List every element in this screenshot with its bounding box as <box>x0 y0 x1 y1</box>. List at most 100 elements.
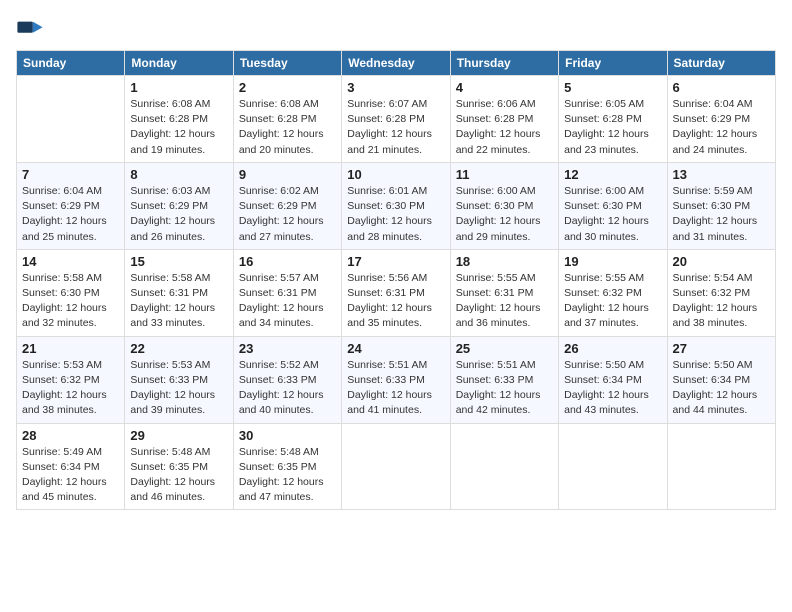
day-info: Sunrise: 6:04 AM Sunset: 6:29 PM Dayligh… <box>22 184 119 245</box>
day-number: 29 <box>130 428 227 443</box>
calendar-cell: 6 Sunrise: 6:04 AM Sunset: 6:29 PM Daylig… <box>667 76 775 163</box>
day-number: 17 <box>347 254 444 269</box>
day-info: Sunrise: 6:00 AM Sunset: 6:30 PM Dayligh… <box>456 184 553 245</box>
day-info: Sunrise: 5:51 AM Sunset: 6:33 PM Dayligh… <box>347 358 444 419</box>
day-number: 22 <box>130 341 227 356</box>
day-number: 11 <box>456 167 553 182</box>
day-number: 24 <box>347 341 444 356</box>
calendar-cell: 11 Sunrise: 6:00 AM Sunset: 6:30 PM Dayli… <box>450 162 558 249</box>
calendar-table: SundayMondayTuesdayWednesdayThursdayFrid… <box>16 50 776 510</box>
day-info: Sunrise: 5:48 AM Sunset: 6:35 PM Dayligh… <box>239 445 336 506</box>
calendar-cell: 25 Sunrise: 5:51 AM Sunset: 6:33 PM Dayli… <box>450 336 558 423</box>
calendar-cell: 1 Sunrise: 6:08 AM Sunset: 6:28 PM Daylig… <box>125 76 233 163</box>
day-info: Sunrise: 6:04 AM Sunset: 6:29 PM Dayligh… <box>673 97 770 158</box>
calendar-cell: 20 Sunrise: 5:54 AM Sunset: 6:32 PM Dayli… <box>667 249 775 336</box>
calendar-week-row: 1 Sunrise: 6:08 AM Sunset: 6:28 PM Daylig… <box>17 76 776 163</box>
day-number: 7 <box>22 167 119 182</box>
day-number: 25 <box>456 341 553 356</box>
column-header-wednesday: Wednesday <box>342 51 450 76</box>
calendar-cell: 8 Sunrise: 6:03 AM Sunset: 6:29 PM Daylig… <box>125 162 233 249</box>
day-info: Sunrise: 5:59 AM Sunset: 6:30 PM Dayligh… <box>673 184 770 245</box>
day-info: Sunrise: 6:03 AM Sunset: 6:29 PM Dayligh… <box>130 184 227 245</box>
day-info: Sunrise: 5:48 AM Sunset: 6:35 PM Dayligh… <box>130 445 227 506</box>
day-info: Sunrise: 5:55 AM Sunset: 6:32 PM Dayligh… <box>564 271 661 332</box>
day-info: Sunrise: 6:02 AM Sunset: 6:29 PM Dayligh… <box>239 184 336 245</box>
day-number: 21 <box>22 341 119 356</box>
day-info: Sunrise: 5:58 AM Sunset: 6:30 PM Dayligh… <box>22 271 119 332</box>
day-number: 15 <box>130 254 227 269</box>
day-info: Sunrise: 6:08 AM Sunset: 6:28 PM Dayligh… <box>130 97 227 158</box>
day-number: 12 <box>564 167 661 182</box>
calendar-cell: 5 Sunrise: 6:05 AM Sunset: 6:28 PM Daylig… <box>559 76 667 163</box>
calendar-cell: 24 Sunrise: 5:51 AM Sunset: 6:33 PM Dayli… <box>342 336 450 423</box>
day-number: 13 <box>673 167 770 182</box>
column-header-friday: Friday <box>559 51 667 76</box>
calendar-week-row: 14 Sunrise: 5:58 AM Sunset: 6:30 PM Dayli… <box>17 249 776 336</box>
calendar-week-row: 28 Sunrise: 5:49 AM Sunset: 6:34 PM Dayli… <box>17 423 776 510</box>
day-number: 23 <box>239 341 336 356</box>
calendar-cell: 9Sunrise: 6:02 AM Sunset: 6:29 PM Daylig… <box>233 162 341 249</box>
column-header-tuesday: Tuesday <box>233 51 341 76</box>
day-number: 18 <box>456 254 553 269</box>
calendar-cell <box>17 76 125 163</box>
day-number: 14 <box>22 254 119 269</box>
day-number: 26 <box>564 341 661 356</box>
day-number: 8 <box>130 167 227 182</box>
calendar-cell: 23Sunrise: 5:52 AM Sunset: 6:33 PM Dayli… <box>233 336 341 423</box>
calendar-cell: 17 Sunrise: 5:56 AM Sunset: 6:31 PM Dayli… <box>342 249 450 336</box>
day-number: 20 <box>673 254 770 269</box>
calendar-cell: 7 Sunrise: 6:04 AM Sunset: 6:29 PM Daylig… <box>17 162 125 249</box>
day-number: 28 <box>22 428 119 443</box>
day-number: 19 <box>564 254 661 269</box>
day-info: Sunrise: 5:56 AM Sunset: 6:31 PM Dayligh… <box>347 271 444 332</box>
day-info: Sunrise: 5:51 AM Sunset: 6:33 PM Dayligh… <box>456 358 553 419</box>
calendar-cell <box>342 423 450 510</box>
calendar-cell: 22 Sunrise: 5:53 AM Sunset: 6:33 PM Dayli… <box>125 336 233 423</box>
calendar-cell <box>450 423 558 510</box>
day-info: Sunrise: 5:58 AM Sunset: 6:31 PM Dayligh… <box>130 271 227 332</box>
day-info: Sunrise: 6:08 AM Sunset: 6:28 PM Dayligh… <box>239 97 336 158</box>
day-number: 3 <box>347 80 444 95</box>
calendar-week-row: 21 Sunrise: 5:53 AM Sunset: 6:32 PM Dayli… <box>17 336 776 423</box>
calendar-cell: 10 Sunrise: 6:01 AM Sunset: 6:30 PM Dayli… <box>342 162 450 249</box>
day-info: Sunrise: 5:55 AM Sunset: 6:31 PM Dayligh… <box>456 271 553 332</box>
day-number: 5 <box>564 80 661 95</box>
calendar-cell: 14 Sunrise: 5:58 AM Sunset: 6:30 PM Dayli… <box>17 249 125 336</box>
column-header-thursday: Thursday <box>450 51 558 76</box>
calendar-cell: 4 Sunrise: 6:06 AM Sunset: 6:28 PM Daylig… <box>450 76 558 163</box>
calendar-header-row: SundayMondayTuesdayWednesdayThursdayFrid… <box>17 51 776 76</box>
day-number: 30 <box>239 428 336 443</box>
logo <box>16 16 48 44</box>
day-info: Sunrise: 6:01 AM Sunset: 6:30 PM Dayligh… <box>347 184 444 245</box>
calendar-cell: 27Sunrise: 5:50 AM Sunset: 6:34 PM Dayli… <box>667 336 775 423</box>
calendar-cell: 12 Sunrise: 6:00 AM Sunset: 6:30 PM Dayli… <box>559 162 667 249</box>
calendar-cell: 19 Sunrise: 5:55 AM Sunset: 6:32 PM Dayli… <box>559 249 667 336</box>
calendar-week-row: 7 Sunrise: 6:04 AM Sunset: 6:29 PM Daylig… <box>17 162 776 249</box>
calendar-cell <box>667 423 775 510</box>
page-header <box>16 16 776 44</box>
calendar-cell: 2 Sunrise: 6:08 AM Sunset: 6:28 PM Daylig… <box>233 76 341 163</box>
column-header-monday: Monday <box>125 51 233 76</box>
calendar-cell: 18 Sunrise: 5:55 AM Sunset: 6:31 PM Dayli… <box>450 249 558 336</box>
day-info: Sunrise: 6:05 AM Sunset: 6:28 PM Dayligh… <box>564 97 661 158</box>
day-info: Sunrise: 5:53 AM Sunset: 6:33 PM Dayligh… <box>130 358 227 419</box>
day-number: 6 <box>673 80 770 95</box>
day-info: Sunrise: 5:49 AM Sunset: 6:34 PM Dayligh… <box>22 445 119 506</box>
day-info: Sunrise: 5:54 AM Sunset: 6:32 PM Dayligh… <box>673 271 770 332</box>
day-info: Sunrise: 6:00 AM Sunset: 6:30 PM Dayligh… <box>564 184 661 245</box>
day-info: Sunrise: 5:53 AM Sunset: 6:32 PM Dayligh… <box>22 358 119 419</box>
day-info: Sunrise: 5:50 AM Sunset: 6:34 PM Dayligh… <box>564 358 661 419</box>
day-number: 10 <box>347 167 444 182</box>
day-number: 1 <box>130 80 227 95</box>
column-header-saturday: Saturday <box>667 51 775 76</box>
day-number: 16 <box>239 254 336 269</box>
day-number: 27 <box>673 341 770 356</box>
day-number: 4 <box>456 80 553 95</box>
calendar-cell: 21 Sunrise: 5:53 AM Sunset: 6:32 PM Dayli… <box>17 336 125 423</box>
calendar-cell: 28 Sunrise: 5:49 AM Sunset: 6:34 PM Dayli… <box>17 423 125 510</box>
calendar-cell: 29 Sunrise: 5:48 AM Sunset: 6:35 PM Dayli… <box>125 423 233 510</box>
calendar-cell: 30 Sunrise: 5:48 AM Sunset: 6:35 PM Dayli… <box>233 423 341 510</box>
day-number: 2 <box>239 80 336 95</box>
day-info: Sunrise: 6:06 AM Sunset: 6:28 PM Dayligh… <box>456 97 553 158</box>
calendar-cell: 26 Sunrise: 5:50 AM Sunset: 6:34 PM Dayli… <box>559 336 667 423</box>
